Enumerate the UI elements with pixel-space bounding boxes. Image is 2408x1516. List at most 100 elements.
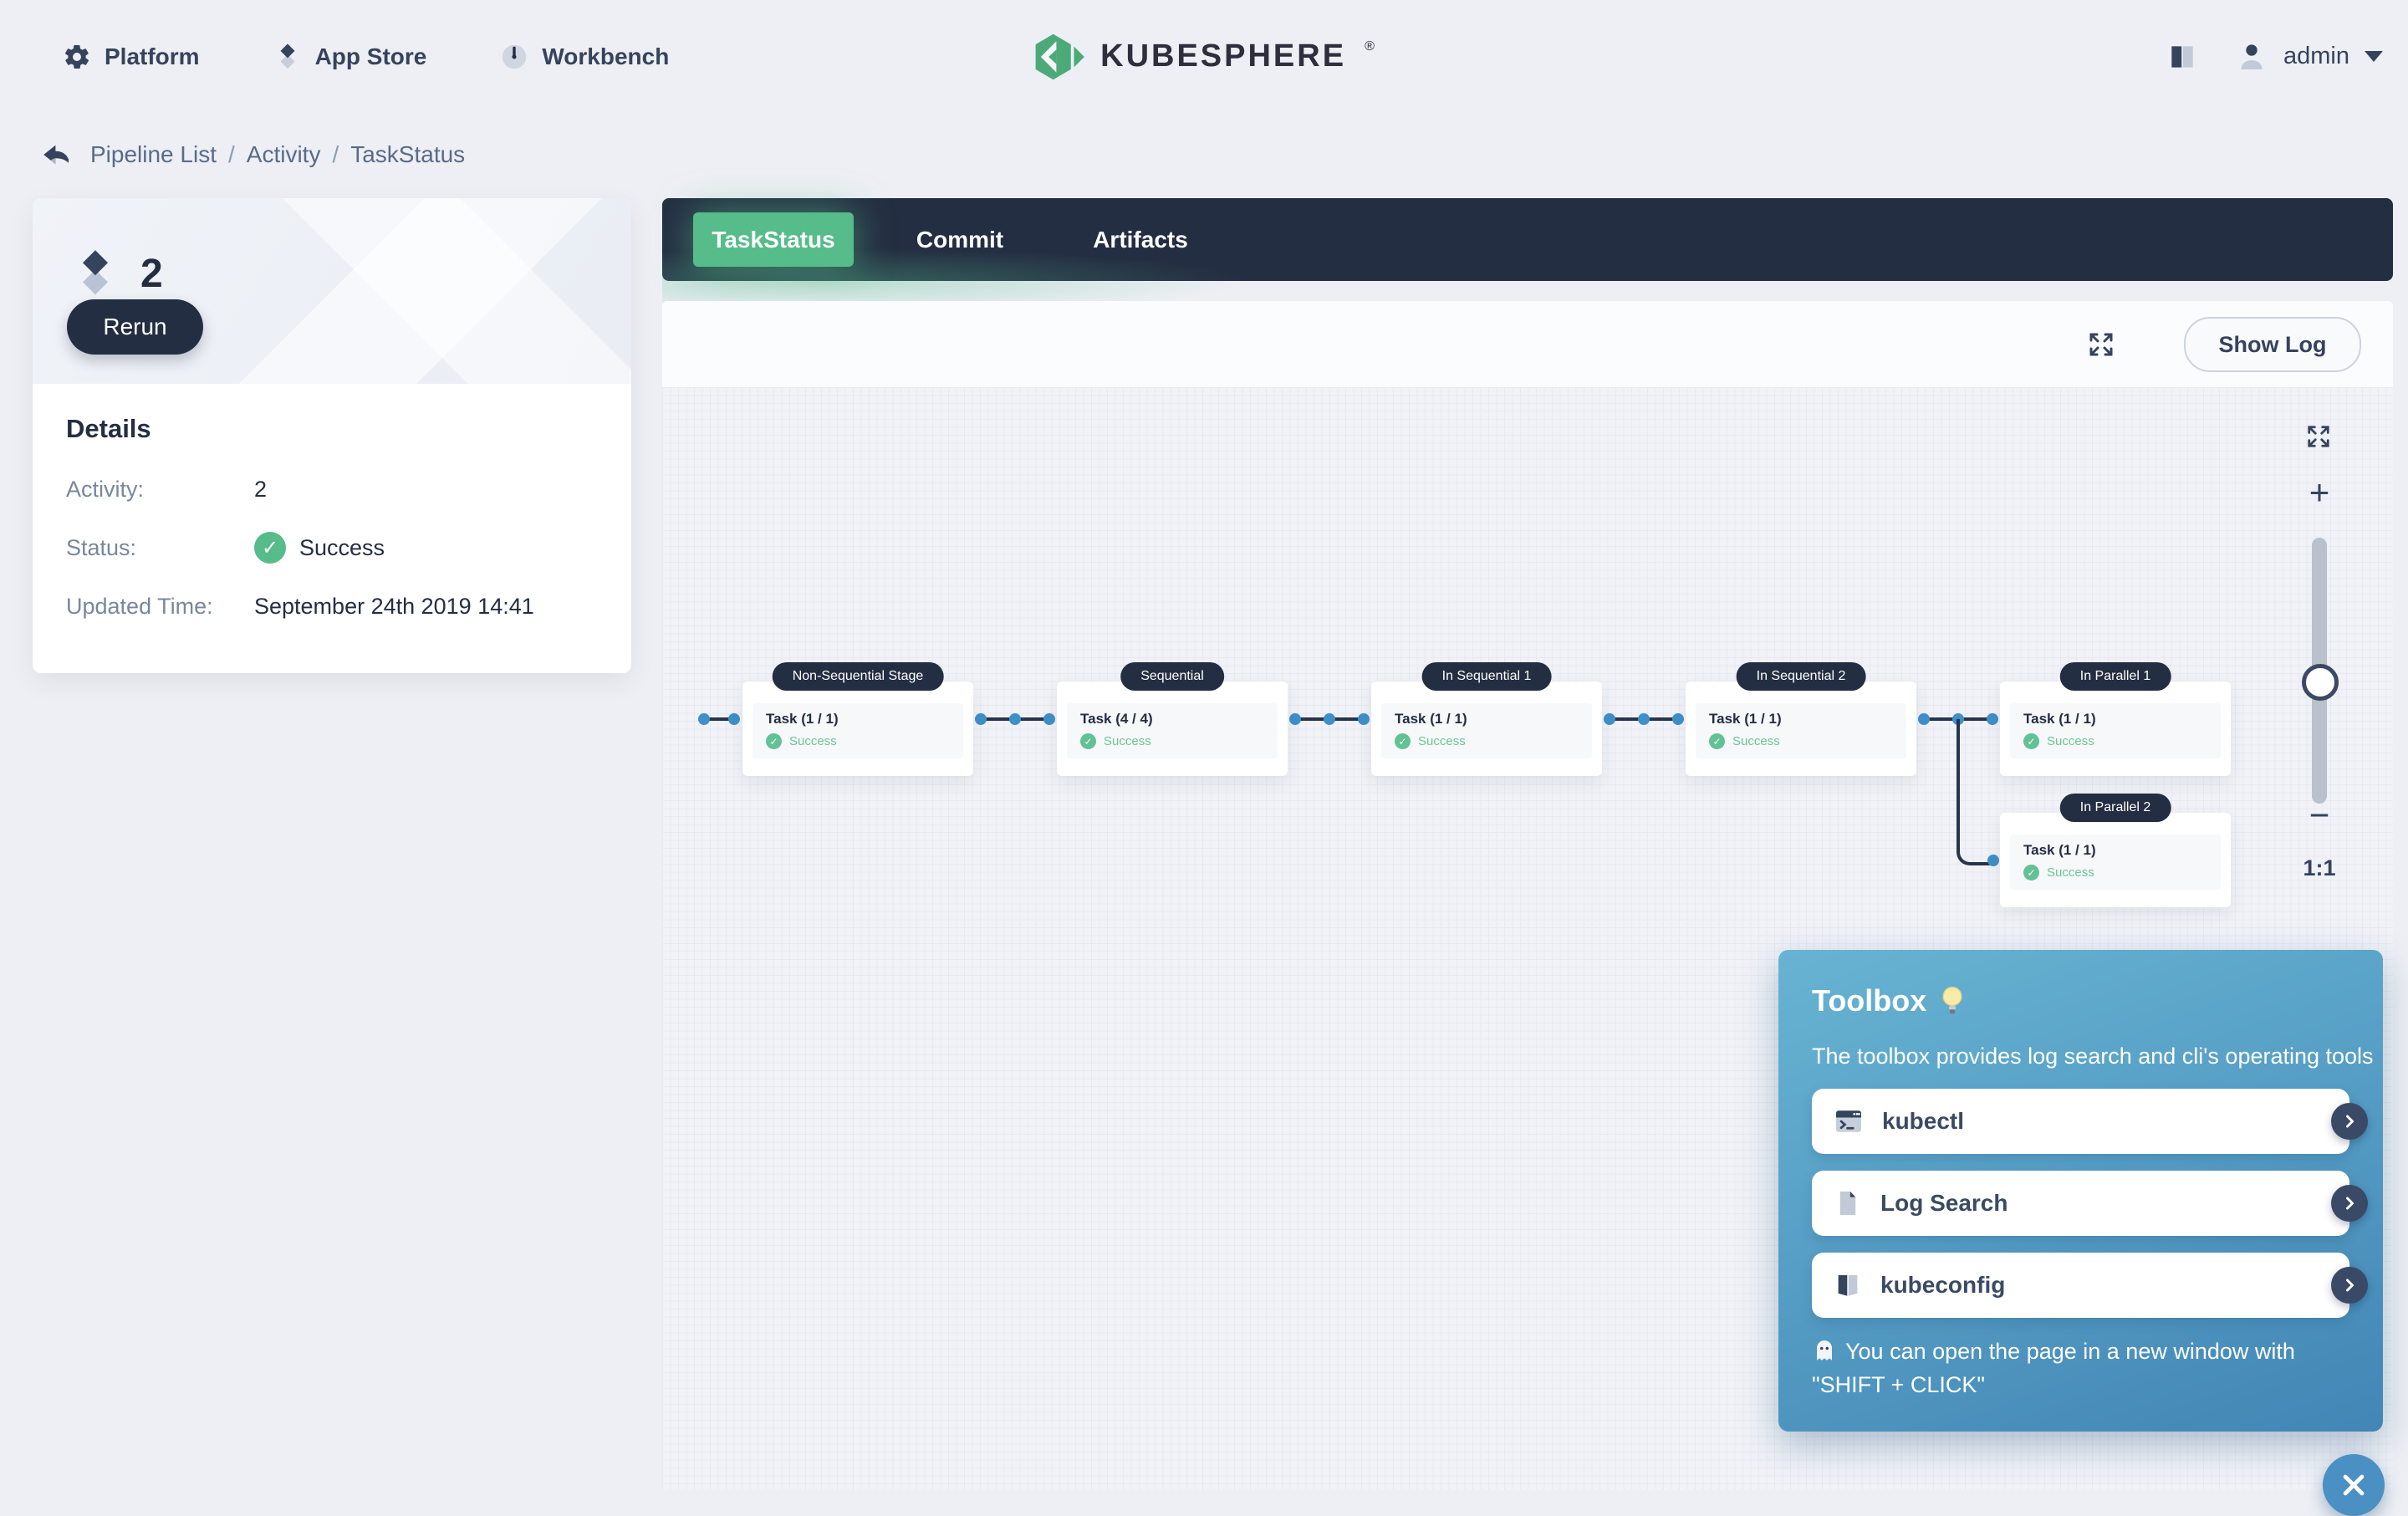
detail-row-activity: Activity: 2: [66, 472, 598, 506]
breadcrumb-separator: /: [228, 141, 235, 168]
task-status-text: Success: [1418, 734, 1466, 748]
breadcrumb-separator: /: [332, 141, 339, 168]
success-check-icon: ✓: [254, 532, 286, 564]
kubesphere-logo[interactable]: KUBESPHERE®: [1033, 0, 1375, 113]
breadcrumb-activity[interactable]: Activity: [247, 141, 321, 168]
task-status-text: Success: [2047, 734, 2094, 748]
stage-label: In Sequential 2: [1737, 662, 1866, 691]
user-avatar-icon: [2235, 40, 2268, 74]
stage-non-sequential[interactable]: Non-Sequential Stage Task (1 / 1) ✓Succe…: [742, 681, 973, 776]
status-label: Status:: [66, 535, 254, 561]
success-check-icon: ✓: [2023, 733, 2039, 749]
stage-label: Non-Sequential Stage: [773, 662, 944, 691]
nav-platform[interactable]: Platform: [63, 43, 200, 71]
run-number: 2: [140, 251, 163, 297]
chevron-down-icon: [2365, 51, 2383, 62]
stage-in-sequential-1[interactable]: In Sequential 1 Task (1 / 1) ✓Success: [1371, 681, 1602, 776]
lightbulb-icon: [1938, 985, 1967, 1017]
task-count: Task (1 / 1): [2023, 711, 2207, 727]
task-count: Task (1 / 1): [1395, 711, 1579, 727]
stage-task[interactable]: Task (1 / 1) ✓ Success: [2010, 835, 2221, 890]
success-check-icon: ✓: [2023, 865, 2039, 881]
connector: [1604, 713, 1684, 725]
chevron-right-icon[interactable]: [2331, 1267, 2368, 1304]
updated-time-value: September 24th 2019 14:41: [254, 594, 534, 620]
toolbox-subtitle: The toolbox provides log search and cli'…: [1812, 1044, 2374, 1069]
activity-label: Activity:: [66, 477, 254, 503]
breadcrumb-pipeline-list[interactable]: Pipeline List: [90, 141, 217, 168]
top-nav: Platform App Store Workbench KUBESPHERE®: [0, 0, 2408, 113]
username: admin: [2283, 43, 2349, 70]
nav-app-store[interactable]: App Store: [273, 43, 427, 71]
updated-time-label: Updated Time:: [66, 594, 254, 620]
toolbox-item-log-search[interactable]: Log Search: [1812, 1171, 2349, 1236]
task-count: Task (1 / 1): [2023, 842, 2207, 859]
book-icon: [1834, 1271, 1862, 1299]
stage-task[interactable]: Task (1 / 1) ✓Success: [1696, 703, 1906, 758]
connector: [1289, 713, 1370, 725]
stage-task[interactable]: Task (1 / 1) ✓Success: [752, 703, 963, 758]
terminal-icon: [1834, 1106, 1864, 1136]
connector: [975, 713, 1055, 725]
task-status-text: Success: [2047, 865, 2094, 880]
toolbox-item-label: kubeconfig: [1880, 1272, 2005, 1299]
document-icon: [1834, 1189, 1862, 1217]
toolbox-panel: Toolbox The toolbox provides log search …: [1778, 950, 2383, 1432]
brand-registered-mark: ®: [1365, 39, 1375, 54]
user-menu[interactable]: admin: [2235, 40, 2383, 74]
success-check-icon: ✓: [766, 733, 782, 749]
parallel-branch-connector: [1956, 719, 1997, 865]
stage-label: Sequential: [1120, 662, 1224, 691]
close-toolbox-button[interactable]: [2323, 1454, 2385, 1516]
stage-sequential[interactable]: Sequential Task (4 / 4) ✓Success: [1057, 681, 1288, 776]
success-check-icon: ✓: [1080, 733, 1096, 749]
canvas-fullscreen-icon[interactable]: [2306, 424, 2331, 449]
chevron-right-icon[interactable]: [2331, 1185, 2368, 1222]
task-count: Task (4 / 4): [1080, 711, 1264, 727]
fullscreen-icon[interactable]: [2088, 331, 2115, 358]
activity-value: 2: [254, 477, 267, 503]
zoom-slider-handle[interactable]: [2302, 664, 2339, 701]
docs-book-icon[interactable]: [2166, 41, 2198, 73]
detail-row-updated-time: Updated Time: September 24th 2019 14:41: [66, 590, 598, 623]
stage-label: In Parallel 1: [2060, 662, 2171, 691]
zoom-in-button[interactable]: +: [2294, 472, 2344, 513]
task-status-text: Success: [1104, 734, 1151, 748]
stage-task[interactable]: Task (1 / 1) ✓Success: [1381, 703, 1592, 758]
tab-commit[interactable]: Commit: [901, 198, 1018, 281]
graph-toolbar: Show Log: [662, 301, 2393, 387]
chevron-right-icon[interactable]: [2331, 1103, 2368, 1140]
stage-task[interactable]: Task (1 / 1) ✓ Success: [2010, 703, 2221, 758]
details-title: Details: [66, 414, 598, 444]
connector-dot: [1987, 855, 1999, 866]
breadcrumb-taskstatus: TaskStatus: [350, 141, 465, 168]
stage-in-sequential-2[interactable]: In Sequential 2 Task (1 / 1) ✓Success: [1686, 681, 1916, 776]
run-detail-card: 2 Rerun Details Activity: 2 Status: ✓ Su…: [33, 198, 631, 673]
toolbox-title: Toolbox: [1812, 983, 1926, 1018]
status-value: Success: [299, 535, 385, 561]
zoom-ratio-button[interactable]: 1:1: [2294, 855, 2344, 881]
stage-task[interactable]: Task (4 / 4) ✓ Success: [1067, 703, 1278, 758]
pipeline-canvas[interactable]: Non-Sequential Stage Task (1 / 1) ✓ Succe…: [662, 387, 2393, 1490]
rerun-button[interactable]: Rerun: [67, 299, 203, 355]
toolbox-item-kubectl[interactable]: kubectl: [1812, 1089, 2349, 1154]
stage-in-parallel-1[interactable]: In Parallel 1 Task (1 / 1) ✓Success: [2000, 681, 2231, 776]
stage-label: In Sequential 1: [1422, 662, 1552, 691]
toolbox-item-kubeconfig[interactable]: kubeconfig: [1812, 1253, 2349, 1318]
show-log-button[interactable]: Show Log: [2184, 317, 2361, 372]
back-arrow-icon[interactable]: [40, 140, 69, 169]
tab-artifacts[interactable]: Artifacts: [1082, 198, 1199, 281]
task-status-text: Success: [789, 734, 837, 748]
tab-taskstatus[interactable]: TaskStatus: [693, 212, 854, 267]
nav-workbench-label: Workbench: [542, 43, 669, 70]
tab-bar: TaskStatus Commit Artifacts: [662, 198, 2393, 281]
ghost-icon: [1812, 1338, 1837, 1363]
zoom-out-button[interactable]: −: [2294, 795, 2344, 835]
toolbox-item-label: kubectl: [1882, 1108, 1964, 1135]
breadcrumb: Pipeline List / Activity / TaskStatus: [40, 140, 465, 169]
nav-workbench[interactable]: Workbench: [500, 43, 669, 71]
taskstatus-panel: Show Log Non-Sequential Stage Task (1 / …: [662, 301, 2393, 1490]
toolbox-tip-text: You can open the page in a new window wi…: [1812, 1339, 2295, 1397]
connector: [698, 713, 740, 725]
stage-in-parallel-2[interactable]: In Parallel 2 Task (1 / 1) ✓Success: [2000, 813, 2231, 907]
